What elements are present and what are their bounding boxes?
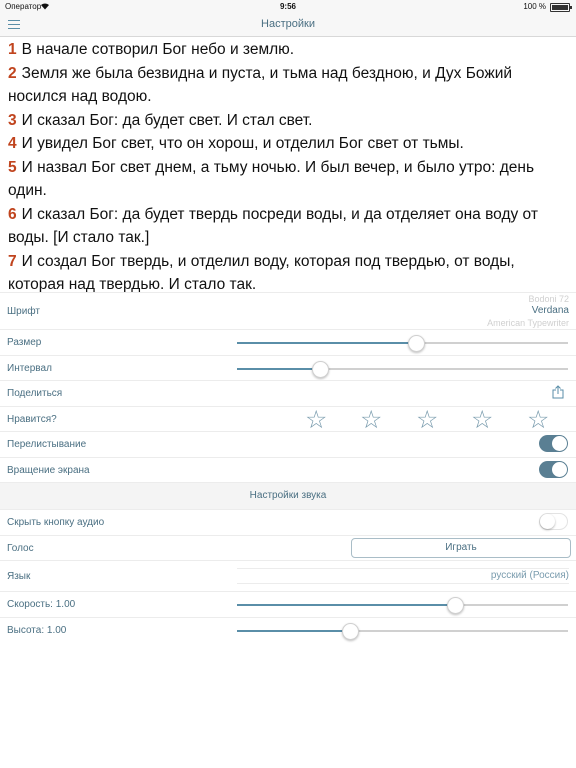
verse-text: И создал Бог твердь, и отделил воду, кот… — [8, 252, 515, 294]
battery-icon — [550, 3, 572, 12]
navigation-bar: Настройки — [0, 14, 576, 37]
battery-percent: 100 % — [523, 2, 546, 11]
verse: 2 Земля же была безвидна и пуста, и тьма … — [8, 62, 568, 109]
slider-fill — [237, 342, 416, 344]
spacing-label: Интервал — [7, 362, 52, 374]
rotation-row: Вращение экрана — [0, 456, 576, 483]
verse-number: 6 — [8, 205, 17, 223]
star-outline-icon[interactable]: ☆ — [527, 407, 549, 432]
hide-audio-toggle[interactable] — [539, 513, 568, 530]
status-bar: Оператор 9:56 100 % — [0, 0, 576, 14]
language-label: Язык — [7, 571, 31, 582]
settings-panel: Шрифт Bodoni 72 Verdana American Typewri… — [0, 292, 576, 642]
paging-toggle[interactable] — [539, 435, 568, 452]
paging-row: Перелистывание — [0, 431, 576, 457]
font-row: Шрифт Bodoni 72 Verdana American Typewri… — [0, 292, 576, 329]
speed-slider[interactable] — [237, 597, 568, 614]
pitch-slider[interactable] — [237, 622, 568, 640]
pitch-row: Высота: 1.00 — [0, 616, 576, 643]
verse-number: 5 — [8, 158, 17, 176]
verse-text: И сказал Бог: да будет твердь посреди во… — [8, 205, 538, 247]
verse: 5И назвал Бог свет днем, а тьму ночью. И… — [8, 156, 568, 203]
status-time: 9:56 — [279, 2, 296, 11]
star-rating[interactable]: ☆ ☆ ☆ ☆ ☆ — [305, 407, 570, 432]
verse-number: 4 — [8, 135, 17, 152]
sound-section-header: Настройки звука — [0, 482, 576, 509]
verse-list: 1В начале сотворил Бог небо и землю. 2 Зе… — [8, 38, 568, 297]
slider-knob[interactable] — [407, 335, 425, 352]
verse-number: 2 — [8, 64, 17, 82]
language-value: русский (Россия) — [490, 570, 569, 581]
toggle-knob — [540, 514, 555, 529]
star-outline-icon[interactable]: ☆ — [305, 407, 327, 432]
toggle-knob — [552, 461, 567, 477]
slider-fill — [237, 604, 456, 606]
spacing-slider[interactable] — [237, 360, 568, 378]
slider-fill — [237, 367, 320, 370]
star-outline-icon[interactable]: ☆ — [471, 407, 493, 432]
play-button[interactable]: Играть — [351, 537, 571, 558]
verse: 7И создал Бог твердь, и отделил воду, ко… — [8, 250, 568, 297]
rotation-toggle[interactable] — [539, 460, 568, 478]
rating-row: Нравится? ☆ ☆ ☆ ☆ ☆ — [0, 405, 576, 432]
page-title: Настройки — [261, 18, 315, 30]
verse: 4И увидел Бог свет, что он хорош, и отде… — [8, 132, 568, 156]
verse-text: В начале сотворил Бог небо и землю. — [21, 41, 295, 58]
verse: 3И сказал Бог: да будет свет. И стал све… — [8, 109, 568, 133]
slider-knob[interactable] — [341, 622, 359, 640]
like-label: Нравится? — [7, 413, 57, 425]
verse-number: 7 — [8, 252, 17, 270]
font-option[interactable]: Bodoni 72 — [487, 293, 569, 305]
slider-fill — [237, 629, 350, 632]
verse-text: И назвал Бог свет днем, а тьму ночью. И … — [8, 158, 535, 200]
verse-number: 3 — [8, 111, 17, 129]
paging-label: Перелистывание — [7, 439, 87, 450]
hide-audio-label: Скрыть кнопку аудио — [7, 517, 105, 528]
language-row: Язык русский (Россия) — [0, 560, 576, 591]
verse-text: И увидел Бог свет, что он хорош, и отдел… — [21, 135, 464, 152]
toggle-knob — [552, 436, 567, 451]
share-icon[interactable] — [552, 385, 564, 399]
font-label: Шрифт — [7, 306, 40, 317]
pitch-label: Высота: 1.00 — [7, 624, 67, 636]
font-picker[interactable]: Bodoni 72 Verdana American Typewriter — [487, 293, 569, 329]
language-picker[interactable]: русский (Россия) — [237, 561, 569, 591]
voice-label: Голос — [7, 542, 34, 554]
font-option-selected[interactable]: Verdana — [487, 305, 569, 317]
picker-divider — [237, 568, 569, 569]
voice-row: Голос Играть — [0, 534, 576, 561]
font-option[interactable]: American Typewriter — [487, 317, 569, 329]
rotation-label: Вращение экрана — [7, 464, 90, 476]
verse-text: Земля же была безвидна и пуста, и тьма н… — [8, 64, 513, 106]
verse: 1В начале сотворил Бог небо и землю. — [8, 38, 568, 62]
slider-knob[interactable] — [447, 597, 465, 614]
star-outline-icon[interactable]: ☆ — [416, 407, 438, 432]
slider-knob[interactable] — [311, 360, 329, 378]
share-row[interactable]: Поделиться — [0, 380, 576, 406]
verse-text: И сказал Бог: да будет свет. И стал свет… — [21, 111, 313, 129]
speed-row: Скорость: 1.00 — [0, 591, 576, 617]
picker-divider — [237, 583, 569, 584]
spacing-row: Интервал — [0, 354, 576, 381]
star-outline-icon[interactable]: ☆ — [360, 407, 382, 432]
share-label: Поделиться — [7, 388, 63, 399]
verse-number: 1 — [8, 41, 17, 58]
size-slider[interactable] — [237, 335, 568, 352]
size-row: Размер — [0, 329, 576, 355]
verse: 6И сказал Бог: да будет твердь посреди в… — [8, 203, 568, 250]
hide-audio-row: Скрыть кнопку аудио — [0, 509, 576, 535]
speed-label: Скорость: 1.00 — [7, 599, 76, 610]
size-label: Размер — [7, 337, 42, 348]
